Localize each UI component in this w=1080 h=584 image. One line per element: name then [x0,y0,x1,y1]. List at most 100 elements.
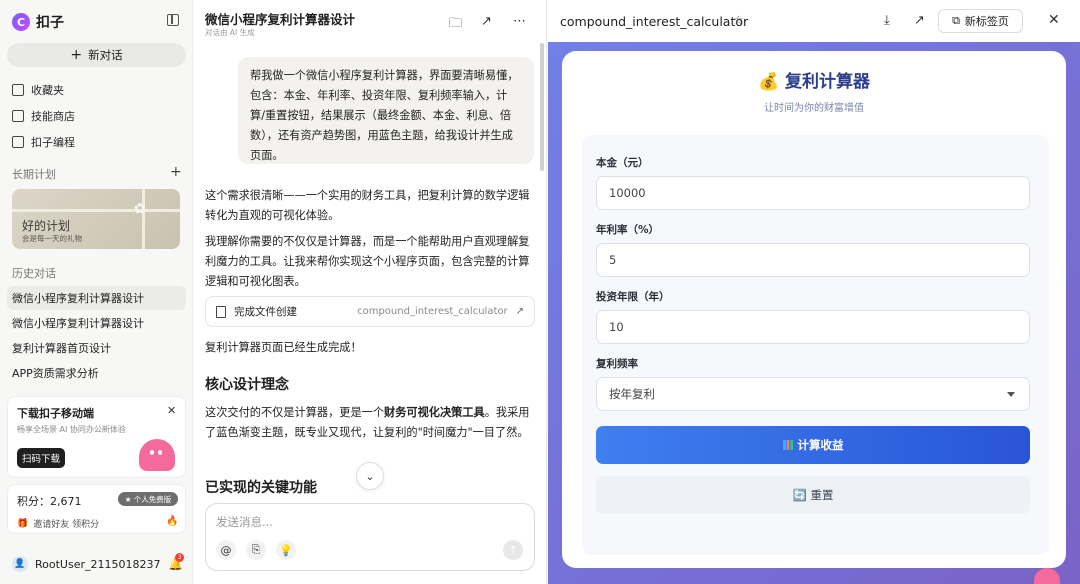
calculate-button[interactable]: 计算收益 [596,426,1030,464]
gift-bow-icon: ✿ [134,201,146,217]
invite-link[interactable]: 🎁 邀请好友 领积分 [17,517,100,531]
heading-features: 已实现的关键功能 [205,480,317,496]
folder-icon[interactable]: 🗀 [449,14,462,36]
assistant-message: 我理解你需要的不仅仅是计算器，而是一个能帮助用户直观理解复利魔力的工具。让我来帮… [205,235,530,288]
frequency-value: 按年复利 [609,387,655,401]
notification-badge: 3 [175,553,184,562]
history-title: 历史对话 [12,267,56,280]
principal-input[interactable]: 10000 [596,176,1030,210]
sidebar-item-coding[interactable]: 扣子编程 [12,132,75,152]
gift-icon: 🎁 [17,518,29,529]
calculator-title: 💰 复利计算器 [757,72,871,92]
send-button[interactable]: ↑ [503,540,523,560]
assistant-message: 这次交付的不仅是计算器，更是一个财务可视化决策工具。我采用了蓝色渐变主题，既专业… [205,403,535,443]
download-subtitle: 畅享全场景 AI 协同办公新体验 [17,425,126,434]
star-icon[interactable]: ☆ [733,13,744,27]
user-message: 帮我做一个微信小程序复利计算器，界面要清晰易懂，包含：本金、年利率、投资年限、复… [238,57,534,164]
sidebar-item-label: 技能商店 [31,110,75,123]
scroll-down-button[interactable]: ⌄ [356,462,384,490]
frequency-label: 复利频率 [596,358,638,370]
attach-icon[interactable]: ⎘ [246,540,266,560]
rate-label: 年利率（%） [596,224,660,236]
close-icon[interactable]: ✕ [1048,12,1060,28]
core-text-pre: 这次交付的不仅是计算器，更是一个 [205,406,385,419]
principal-label: 本金（元） [596,157,649,169]
sidebar: C 扣子 + 新对话 收藏夹 技能商店 扣子编程 长期计划 + ✿ 好的计划 会… [0,0,193,584]
sidebar-collapse-icon[interactable] [167,14,179,26]
frequency-select[interactable]: 按年复利 [596,377,1030,411]
scan-download-button[interactable]: 扫码下载 [17,448,65,468]
open-new-tab-label: 新标签页 [964,15,1009,28]
external-link-icon: ⧉ [952,14,960,27]
calculator-subtitle: 让时间为你的财富增值 [764,103,864,114]
preview-canvas: 💰 复利计算器 让时间为你的财富增值 本金（元） 10000 年利率（%） 5 … [548,42,1080,584]
share-icon[interactable]: ↗ [914,13,925,28]
plan-card[interactable]: ✿ 好的计划 会是每一天的礼物 [12,189,180,249]
assistant-message: 复利计算器页面已经生成完成！ [205,341,362,354]
invite-label: 邀请好友 领积分 [33,520,100,530]
calculate-label: 计算收益 [797,438,844,452]
points-label: 积分：2,671 [17,495,82,508]
long-term-plan-title: 长期计划 [12,168,56,181]
chat-subtitle: 对话由 AI 生成 [205,28,255,37]
history-item[interactable]: APP资质需求分析 [7,361,186,385]
calculator-card: 💰 复利计算器 让时间为你的财富增值 本金（元） 10000 年利率（%） 5 … [562,51,1066,568]
lightbulb-icon[interactable]: 💡 [276,540,296,560]
file-card-name: compound_interest_calculator [357,306,508,317]
library-icon [12,110,24,122]
sidebar-item-label: 扣子编程 [31,136,75,149]
ribbon-decoration [142,189,145,249]
arrow-up-right-icon: ↗ [515,306,524,317]
close-icon[interactable]: ✕ [167,404,176,417]
core-text-bold: 财务可视化决策工具 [384,406,485,419]
history-item[interactable]: 微信小程序复利计算器设计 [7,311,186,335]
code-file-icon [12,136,24,148]
assistant-message: 这个需求很清晰——一个实用的财务工具，把复利计算的数学逻辑转化为直观的可视化体验… [205,189,530,222]
add-plan-icon[interactable]: + [170,164,182,180]
download-app-card: 下载扣子移动端 ✕ 畅享全场景 AI 协同办公新体验 扫码下载 [7,396,186,478]
file-icon [216,305,226,318]
ribbon-decoration [12,209,180,212]
plan-badge-label: 个人免费版 [133,494,172,504]
chevron-down-icon [1007,392,1015,397]
history-item[interactable]: 微信小程序复利计算器设计 [7,286,186,310]
username: RootUser_2115018237 [35,557,161,571]
rate-input[interactable]: 5 [596,243,1030,277]
preview-panel: compound_interest_calculator ☆ ⤓ ↗ ⧉ 新标签… [548,0,1080,584]
years-input[interactable]: 10 [596,310,1030,344]
sidebar-item-skill-store[interactable]: 技能商店 [12,106,75,126]
message-input[interactable] [216,515,516,529]
mention-icon[interactable]: @ [216,540,236,560]
years-label: 投资年限（年） [596,291,670,303]
heading-core-design: 核心设计理念 [205,377,289,393]
calculator-form: 本金（元） 10000 年利率（%） 5 投资年限（年） 10 复利频率 按年复… [582,135,1049,555]
brand-logo-icon: C [12,13,30,31]
sidebar-item-favorites[interactable]: 收藏夹 [12,80,64,100]
reset-button[interactable]: 🔄 重置 [596,476,1030,514]
flame-icon: 🔥 [166,516,179,527]
message-composer: @ ⎘ 💡 ↑ [205,503,535,571]
mascot-icon [139,439,175,471]
download-title: 下载扣子移动端 [17,407,94,420]
plan-badge[interactable]: ★ 个人免费版 [118,492,178,506]
preview-header: compound_interest_calculator ☆ ⤓ ↗ ⧉ 新标签… [548,0,1080,42]
preview-file-title: compound_interest_calculator [560,14,749,29]
chat-title: 微信小程序复利计算器设计 [205,12,356,27]
new-chat-button[interactable]: + 新对话 [7,43,186,67]
more-icon[interactable]: ⋯ [513,14,526,29]
download-icon[interactable]: ⤓ [884,13,890,28]
history-item[interactable]: 复利计算器首页设计 [7,336,186,360]
share-icon[interactable]: ↗ [481,14,492,29]
plus-icon: + [70,47,83,63]
file-created-card[interactable]: 完成文件创建 compound_interest_calculator ↗ [205,296,535,327]
chat-panel: 微信小程序复利计算器设计 对话由 AI 生成 🗀 ↗ ⋯ 帮我做一个微信小程序复… [193,0,547,584]
chevron-down-icon: ⌄ [365,469,375,483]
plan-card-subtitle: 会是每一天的礼物 [22,234,82,243]
scrollbar[interactable] [540,43,544,171]
open-new-tab-button[interactable]: ⧉ 新标签页 [938,9,1023,33]
user-profile[interactable]: 👤 RootUser_2115018237 [12,556,160,572]
avatar: 👤 [12,556,28,572]
sidebar-item-label: 收藏夹 [31,84,64,97]
new-chat-label: 新对话 [88,48,123,62]
brand[interactable]: C 扣子 [12,12,64,32]
